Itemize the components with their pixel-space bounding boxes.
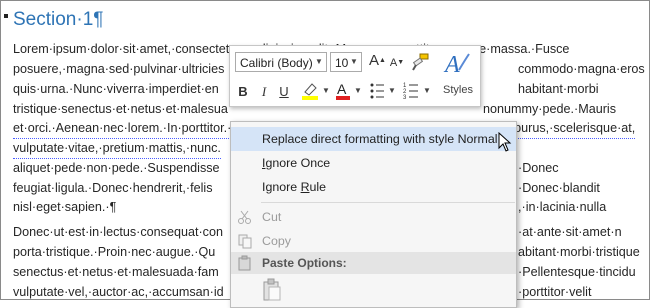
doc-line: Donec·ut·est·in·lectus·consequat·con — [13, 225, 223, 239]
chevron-down-icon[interactable]: ▼ — [348, 53, 360, 71]
grow-font-button[interactable]: A▲ — [369, 52, 386, 70]
svg-text:A: A — [443, 52, 460, 78]
styles-label: Styles — [443, 84, 473, 96]
doc-line-right: ,·in·lacinia·nulla — [518, 200, 607, 214]
doc-line: quis·urna.·Nunc·viverra·imperdiet·en — [13, 82, 219, 96]
underline-button[interactable]: U — [277, 83, 291, 101]
doc-line-flagged[interactable]: vulputate·vitae,·pretium·mattis,·nunc. — [13, 138, 221, 159]
bullets-button[interactable]: ▼ — [368, 80, 398, 107]
doc-line-right: abitant·morbi·tristique — [518, 245, 640, 259]
clipboard-icon — [238, 255, 251, 271]
highlighter-icon: ▼ — [302, 83, 330, 100]
menu-item-label: Cut — [262, 210, 282, 224]
shrink-font-button[interactable]: A▼ — [389, 54, 405, 72]
menu-separator — [261, 202, 515, 203]
svg-text:3: 3 — [403, 95, 407, 101]
bold-button[interactable]: B — [236, 83, 250, 101]
highlight-color-button[interactable]: ▼ — [300, 80, 330, 107]
bullet-list-icon: ▼ — [370, 83, 396, 99]
doc-line-right: ·porttitor·velit — [518, 285, 592, 299]
paintbrush-icon — [412, 53, 429, 71]
doc-line: aliquet·pede·non·pede.·Suspendisse — [13, 161, 220, 175]
mouse-pointer-icon — [498, 132, 512, 152]
doc-line: tristique·senectus·et·netus·et·malesua — [13, 102, 228, 116]
menu-item-label: Ignore Rule — [262, 180, 327, 194]
format-painter-button[interactable] — [410, 52, 432, 77]
clipboard-icon — [263, 278, 281, 301]
menu-item-copy[interactable]: Copy — [231, 229, 516, 253]
doc-line: posuere,·magna·sed·pulvinar·ultricies — [13, 62, 225, 76]
paste-options-header: Paste Options: — [231, 252, 516, 274]
font-name-value: Calibri (Body) — [240, 56, 313, 70]
font-color-icon: A ▼ — [336, 81, 362, 100]
font-name-combo[interactable]: Calibri (Body) ▼ — [235, 52, 327, 72]
styles-button[interactable]: A — [440, 50, 472, 87]
font-color-button[interactable]: A ▼ — [334, 80, 364, 107]
doc-line-right: commodo·magna·eros — [518, 62, 645, 76]
copy-icon — [238, 234, 252, 249]
menu-item-label: Ignore Once — [262, 156, 331, 170]
mini-toolbar: Calibri (Body) ▼ 10 ▼ A▲ A▼ A Styles B I… — [229, 45, 481, 107]
doc-line-right: ·Donec·blandit — [518, 181, 600, 195]
menu-item-ignore-once[interactable]: Ignore Once — [231, 151, 516, 175]
doc-line: porta·tristique.·Proin·nec·augue.·Qu — [13, 245, 216, 259]
doc-line: nisl·eget·sapien.·¶ — [13, 200, 117, 214]
doc-line: vulputate·vel,·auctor·ac,·accumsan·id — [13, 285, 224, 299]
svg-text:▼: ▼ — [388, 86, 396, 95]
font-size-combo[interactable]: 10 ▼ — [330, 52, 362, 72]
doc-line-right: ·Pellentesque·tincidu — [518, 265, 636, 279]
doc-line: feugiat·ligula.·Donec·hendrerit,·felis — [13, 181, 213, 195]
scissors-icon — [238, 210, 251, 224]
section-heading: Section·1¶ — [13, 9, 104, 30]
menu-item-replace-formatting[interactable]: Replace direct formatting with style Nor… — [231, 127, 516, 151]
menu-item-label: Copy — [262, 234, 291, 248]
menu-item-label: Replace direct formatting with style Nor… — [262, 132, 498, 146]
doc-line-right: habitant·morbi — [518, 82, 599, 96]
doc-line: senectus·et·netus·et·malesuada·fam — [13, 265, 219, 279]
menu-item-ignore-rule[interactable]: Ignore Rule — [231, 175, 516, 199]
paste-keep-formatting-button[interactable] — [261, 278, 285, 304]
doc-line-right: nonummy·pede.·Mauris — [483, 102, 616, 116]
italic-button[interactable]: I — [257, 83, 271, 101]
svg-text:A: A — [337, 81, 347, 97]
menu-item-cut[interactable]: Cut — [231, 205, 516, 229]
numbering-button[interactable]: 1 2 3 ▼ — [402, 80, 434, 107]
numbered-list-icon: 1 2 3 ▼ — [403, 83, 431, 101]
svg-text:▼: ▼ — [322, 86, 330, 95]
svg-text:▼: ▼ — [423, 86, 431, 95]
styles-icon: A — [443, 52, 470, 78]
context-menu: Replace direct formatting with style Nor… — [230, 121, 517, 308]
doc-line-right: ·at·ante·sit·amet·n — [518, 225, 622, 239]
svg-text:▼: ▼ — [354, 86, 362, 95]
font-size-value: 10 — [335, 56, 349, 70]
chevron-down-icon[interactable]: ▼ — [313, 53, 325, 71]
paragraph-mark-bullet — [4, 14, 8, 18]
doc-line-right: ·Donec — [518, 161, 559, 175]
